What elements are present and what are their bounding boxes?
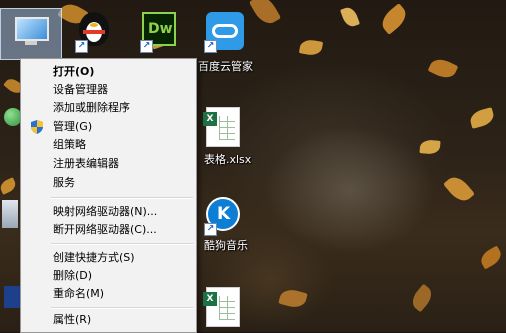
computer-desktop-icon[interactable] [0, 8, 62, 60]
menu-item-create-shortcut[interactable]: 创建快捷方式(S) [23, 249, 194, 267]
menu-item-label: 重命名(M) [53, 287, 105, 300]
menu-separator [51, 243, 193, 245]
leaf-decoration [298, 38, 324, 57]
kugou-glyph: K [217, 204, 231, 224]
excel-badge: X [203, 112, 217, 126]
menu-item-label: 注册表编辑器 [53, 157, 119, 170]
menu-separator [51, 197, 193, 199]
menu-item-label: 属性(R) [53, 313, 92, 326]
xlsx-desktop-icon[interactable]: X 表格.xlsx [196, 105, 260, 167]
menu-separator [51, 307, 193, 309]
kugou-label: 酷狗音乐 [204, 239, 248, 252]
menu-item-properties[interactable]: 属性(R) [23, 311, 194, 329]
qq-desktop-icon[interactable]: ↗ [75, 10, 115, 54]
menu-item-label: 服务 [53, 176, 75, 189]
monitor-stand [25, 41, 37, 45]
monitor-icon [15, 17, 49, 41]
context-menu: 打开(O) 设备管理器 添加或删除程序 管理(G) 组策略 注册表编辑器 服务 … [20, 58, 197, 333]
menu-item-registry-editor[interactable]: 注册表编辑器 [23, 155, 194, 173]
menu-item-label: 删除(D) [53, 269, 93, 282]
menu-item-delete[interactable]: 删除(D) [23, 267, 194, 285]
leaf-decoration [427, 55, 459, 82]
sheet-grid [219, 296, 235, 320]
menu-item-label: 组策略 [53, 138, 86, 151]
menu-item-add-remove-programs[interactable]: 添加或删除程序 [23, 99, 194, 117]
leaf-decoration [408, 283, 436, 313]
baidu-cloud-desktop-icon[interactable]: ↗ 百度云管家 [196, 10, 260, 74]
menu-item-map-network-drive[interactable]: 映射网络驱动器(N)... [23, 203, 194, 221]
menu-item-services[interactable]: 服务 [23, 174, 194, 192]
leaf-decoration [419, 139, 441, 155]
penguin-scarf [83, 30, 105, 34]
menu-item-open[interactable]: 打开(O) [23, 63, 194, 81]
shortcut-arrow-icon: ↗ [204, 223, 217, 236]
menu-item-rename[interactable]: 重命名(M) [23, 285, 194, 303]
leaf-decoration [477, 245, 505, 270]
dreamweaver-glyph: Dw [148, 21, 173, 37]
leaf-decoration [340, 5, 360, 29]
menu-item-label: 添加或删除程序 [53, 101, 130, 114]
menu-item-label: 打开(O) [53, 65, 95, 78]
penguin-beak [90, 23, 98, 27]
leaf-decoration [377, 3, 411, 35]
menu-item-disconnect-network-drive[interactable]: 断开网络驱动器(C)... [23, 221, 194, 239]
excel-badge: X [203, 292, 217, 306]
excel-file-icon: X [203, 287, 240, 327]
menu-item-device-manager[interactable]: 设备管理器 [23, 81, 194, 99]
menu-item-label: 创建快捷方式(S) [53, 251, 135, 264]
xlsx-file-label: 表格.xlsx [204, 153, 252, 166]
baidu-cloud-label: 百度云管家 [198, 60, 253, 73]
uac-shield-icon [31, 120, 43, 134]
menu-item-manage[interactable]: 管理(G) [23, 118, 194, 136]
menu-item-label: 映射网络驱动器(N)... [53, 205, 158, 218]
shortcut-arrow-icon: ↗ [75, 40, 88, 53]
menu-item-label: 断开网络驱动器(C)... [53, 223, 157, 236]
recycle-bin-desktop-icon[interactable] [2, 200, 20, 240]
excel-file-icon: X [203, 107, 240, 147]
leaf-decoration [278, 286, 308, 311]
shortcut-arrow-icon: ↗ [140, 40, 153, 53]
shortcut-arrow-icon: ↗ [204, 40, 217, 53]
leaf-decoration [468, 107, 496, 129]
menu-item-label: 管理(G) [53, 120, 93, 133]
leaf-decoration [443, 172, 475, 206]
xlsx-desktop-icon-2[interactable]: X [196, 285, 260, 332]
leaf-decoration [0, 177, 18, 195]
cloud-shape [212, 24, 238, 38]
kugou-desktop-icon[interactable]: K ↗ 酷狗音乐 [196, 195, 260, 257]
menu-item-group-policy[interactable]: 组策略 [23, 136, 194, 154]
menu-item-label: 设备管理器 [53, 83, 108, 96]
dreamweaver-desktop-icon[interactable]: Dw ↗ [140, 10, 180, 54]
recycle-bin-icon [2, 200, 18, 228]
sheet-grid [219, 116, 235, 140]
